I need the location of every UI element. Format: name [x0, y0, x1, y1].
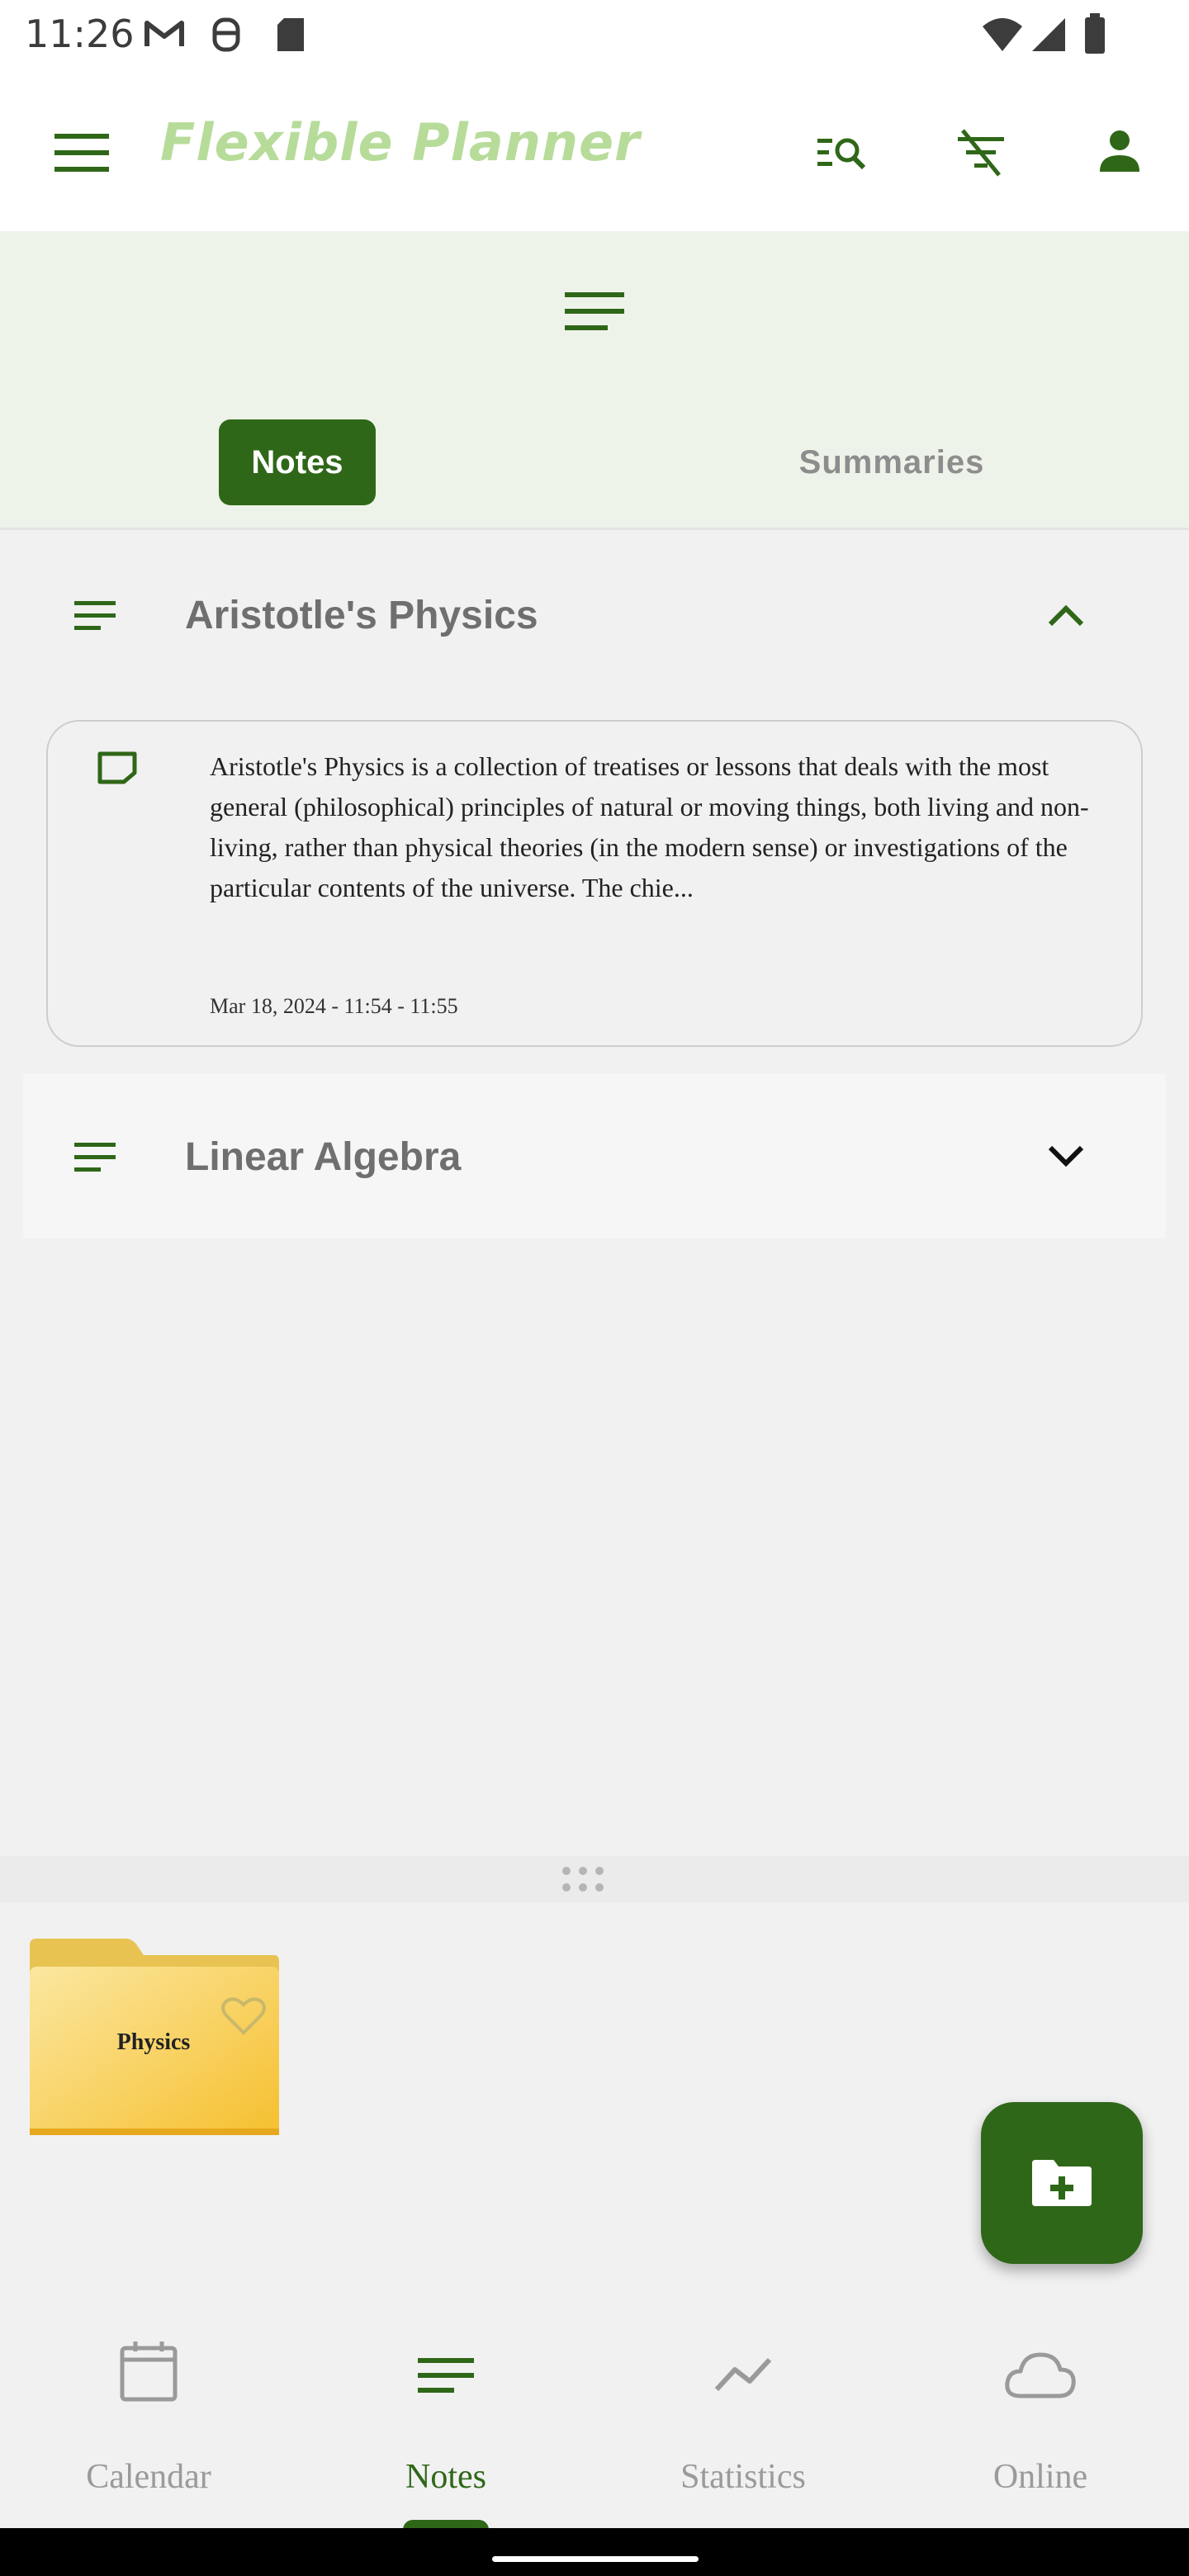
cloud-icon [1005, 2352, 1076, 2398]
folder-name: Physics [116, 2029, 191, 2055]
status-bar: 11:26 [0, 0, 1189, 69]
nav-label: Online [992, 2458, 1088, 2496]
nav-statistics[interactable]: Statistics [594, 2312, 892, 2528]
chevron-down-icon[interactable] [1047, 1144, 1085, 1169]
nav-label: Notes [405, 2458, 486, 2496]
notes-icon [418, 2358, 474, 2393]
group-icon [74, 599, 116, 631]
group-header-aristotle[interactable]: Aristotle's Physics [23, 561, 1166, 669]
drag-handle-icon [562, 1867, 604, 1892]
chevron-up-icon[interactable] [1047, 603, 1085, 627]
status-time: 11:26 [25, 12, 135, 56]
panel-drag-handle[interactable] [0, 1856, 1189, 1902]
folder-physics[interactable]: Physics [26, 1937, 281, 2138]
sd-card-icon [274, 17, 307, 53]
add-folder-button[interactable] [981, 2102, 1143, 2264]
calendar-icon [120, 2342, 178, 2402]
wifi-icon [981, 17, 1024, 53]
app-title: Flexible Planner [160, 112, 641, 173]
group-icon [74, 1141, 116, 1172]
tab-header: Notes Summaries [0, 231, 1189, 530]
nav-online[interactable]: Online [892, 2312, 1189, 2528]
person-icon [1100, 130, 1139, 172]
nav-notes[interactable]: Notes [297, 2312, 594, 2528]
note-icon [97, 751, 137, 784]
note-date: Mar 18, 2024 - 11:54 - 11:55 [210, 994, 458, 1018]
app-bar: Flexible Planner [0, 69, 1189, 231]
account-button[interactable] [1098, 129, 1141, 173]
nav-calendar[interactable]: Calendar [0, 2312, 297, 2528]
tab-summaries[interactable]: Summaries [743, 419, 1040, 505]
gmail-icon [144, 18, 185, 50]
nav-label: Statistics [680, 2458, 806, 2496]
note-preview-text: Aristotle's Physics is a collection of t… [210, 751, 1089, 902]
menu-button[interactable] [50, 127, 112, 177]
group-title: Linear Algebra [185, 1135, 462, 1179]
statistics-icon [714, 2357, 772, 2392]
sim-toolkit-icon [210, 17, 243, 53]
group-title: Aristotle's Physics [185, 594, 538, 637]
clear-filter-button[interactable] [955, 129, 1007, 178]
group-header-linear-algebra[interactable]: Linear Algebra [23, 1073, 1166, 1238]
home-gesture-pill[interactable] [492, 2556, 699, 2562]
note-card[interactable]: Aristotle's Physics is a collection of t… [46, 720, 1143, 1047]
filter-off-icon [958, 129, 1004, 177]
nav-label: Calendar [86, 2458, 211, 2496]
system-gesture-bar [0, 2528, 1189, 2576]
tab-notes[interactable]: Notes [219, 419, 376, 505]
folder-plus-icon [1032, 2160, 1092, 2206]
search-notes-button[interactable] [816, 132, 869, 175]
search-list-icon [817, 138, 866, 170]
bottom-navigation: Calendar Notes Statistics Online [0, 2312, 1189, 2530]
sort-icon[interactable] [565, 291, 624, 334]
battery-icon [1083, 13, 1106, 54]
signal-icon [1030, 17, 1067, 53]
